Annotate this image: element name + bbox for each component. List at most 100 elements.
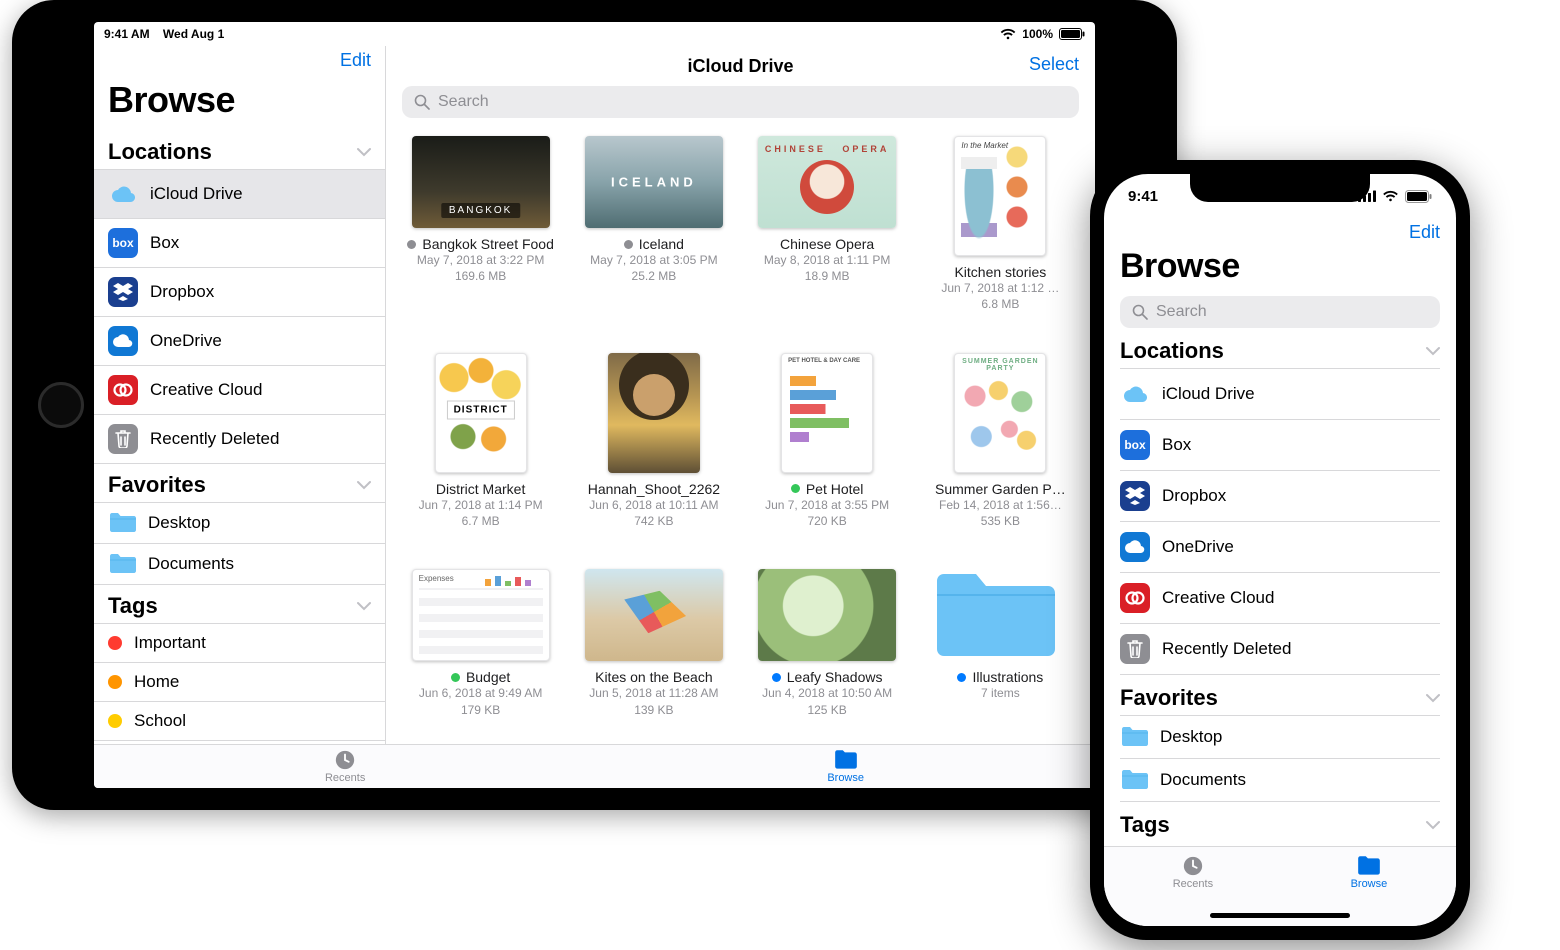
- file-size-label: 179 KB: [461, 702, 500, 718]
- file-meta-label: May 7, 2018 at 3:05 PM: [590, 252, 717, 268]
- ipad-edit-button[interactable]: Edit: [340, 50, 371, 71]
- chevron-down-icon: [1426, 820, 1440, 830]
- ipad-location-label: Creative Cloud: [150, 380, 262, 400]
- iphone-status-time: 9:41: [1128, 188, 1158, 205]
- file-leafy[interactable]: Leafy Shadows Jun 4, 2018 at 10:50 AM 12…: [753, 569, 902, 734]
- file-iceland[interactable]: Iceland May 7, 2018 at 3:05 PM 25.2 MB: [579, 136, 728, 329]
- ipad-locations-header[interactable]: Locations: [94, 131, 385, 169]
- file-name-label: Summer Garden P…: [935, 481, 1066, 497]
- iphone-favorites-header[interactable]: Favorites: [1120, 675, 1440, 715]
- ipad-tags-list: Important Home School: [94, 623, 385, 741]
- file-size-label: 139 KB: [634, 702, 673, 718]
- iphone-location-onedrive[interactable]: OneDrive: [1120, 522, 1440, 573]
- ipad-tag-label: Home: [134, 672, 179, 692]
- ipad-favorite-documents[interactable]: Documents: [94, 544, 385, 585]
- file-size-label: 720 KB: [807, 513, 846, 529]
- iphone-search-field[interactable]: Search: [1120, 296, 1440, 328]
- ipad-favorites-header[interactable]: Favorites: [94, 464, 385, 502]
- file-thumbnail: [608, 353, 700, 473]
- ipad-tab-recents[interactable]: Recents: [325, 749, 365, 784]
- file-district[interactable]: District Market Jun 7, 2018 at 1:14 PM 6…: [406, 353, 555, 546]
- iphone-location-cc[interactable]: Creative Cloud: [1120, 573, 1440, 624]
- cloud-icon: [1120, 379, 1150, 409]
- ipad-location-label: iCloud Drive: [150, 184, 243, 204]
- ipad-location-label: Recently Deleted: [150, 429, 279, 449]
- iphone-location-label: OneDrive: [1162, 537, 1234, 557]
- iphone-edit-button[interactable]: Edit: [1409, 222, 1440, 242]
- file-size-label: 18.9 MB: [805, 268, 850, 284]
- ipad-tabbar: Recents Browse: [94, 744, 1095, 788]
- file-meta-label: Jun 6, 2018 at 10:11 AM: [589, 497, 718, 513]
- file-size-label: 125 KB: [807, 702, 846, 718]
- folder-icon: [833, 749, 859, 771]
- iphone-location-trash[interactable]: Recently Deleted: [1120, 624, 1440, 675]
- folder-icon: [1356, 855, 1382, 877]
- iphone-tab-recents[interactable]: Recents: [1173, 855, 1213, 890]
- onedrive-icon: [108, 326, 138, 356]
- file-budget[interactable]: Budget Jun 6, 2018 at 9:49 AM 179 KB: [406, 569, 555, 734]
- ipad-favorite-desktop[interactable]: Desktop: [94, 502, 385, 544]
- file-illustrations[interactable]: Illustrations 7 items: [926, 569, 1075, 734]
- ipad-location-onedrive[interactable]: OneDrive: [94, 317, 385, 366]
- wifi-icon: [1000, 28, 1016, 40]
- clock-icon: [1180, 855, 1206, 877]
- iphone-location-dropbox[interactable]: Dropbox: [1120, 471, 1440, 522]
- file-name-label: Leafy Shadows: [787, 669, 883, 685]
- ipad-select-button[interactable]: Select: [1029, 54, 1079, 75]
- ipad-tab-browse[interactable]: Browse: [827, 749, 864, 784]
- file-size-label: 535 KB: [981, 513, 1020, 529]
- box-icon: box: [1120, 430, 1150, 460]
- file-thumbnail: [585, 569, 723, 661]
- iphone-favorite-documents[interactable]: Documents: [1120, 759, 1440, 802]
- ipad-tag-school[interactable]: School: [94, 702, 385, 741]
- iphone-tab-browse[interactable]: Browse: [1351, 855, 1388, 890]
- ipad-location-box[interactable]: box Box: [94, 219, 385, 268]
- iphone-location-label: Creative Cloud: [1162, 588, 1274, 608]
- file-kites[interactable]: Kites on the Beach Jun 5, 2018 at 11:28 …: [579, 569, 728, 734]
- ipad-status-time: 9:41 AM: [104, 27, 150, 41]
- file-meta-label: May 7, 2018 at 3:22 PM: [417, 252, 544, 268]
- ipad-favorite-label: Desktop: [148, 513, 210, 533]
- iphone-notch: [1190, 174, 1370, 202]
- trash-icon: [1120, 634, 1150, 664]
- iphone-body[interactable]: Edit Browse Search Locations iCloud Driv…: [1104, 218, 1456, 846]
- file-hannah[interactable]: Hannah_Shoot_2262 Jun 6, 2018 at 10:11 A…: [579, 353, 728, 546]
- ipad-tag-label: Important: [134, 633, 206, 653]
- iphone-location-box[interactable]: box Box: [1120, 420, 1440, 471]
- ipad-favorites-list: Desktop Documents: [94, 502, 385, 585]
- ipad-search-field[interactable]: Search: [402, 86, 1079, 118]
- file-kitchen[interactable]: Kitchen stories Jun 7, 2018 at 1:12 … 6.…: [926, 136, 1075, 329]
- chevron-down-icon: [1426, 693, 1440, 703]
- file-meta-label: Jun 6, 2018 at 9:49 AM: [419, 685, 542, 701]
- iphone-favorite-desktop[interactable]: Desktop: [1120, 715, 1440, 759]
- ipad-location-trash[interactable]: Recently Deleted: [94, 415, 385, 464]
- iphone-tags-header[interactable]: Tags: [1120, 802, 1440, 842]
- ipad-tag-important[interactable]: Important: [94, 623, 385, 663]
- iphone-location-label: Box: [1162, 435, 1191, 455]
- ipad-location-dropbox[interactable]: Dropbox: [94, 268, 385, 317]
- ipad-home-button[interactable]: [38, 382, 84, 428]
- file-name-label: Pet Hotel: [806, 481, 864, 497]
- iphone-locations-header[interactable]: Locations: [1120, 328, 1440, 368]
- file-summer[interactable]: Summer Garden P… Feb 14, 2018 at 1:56… 5…: [926, 353, 1075, 546]
- cc-icon: [108, 375, 138, 405]
- battery-icon: [1405, 190, 1432, 203]
- file-size-label: 6.8 MB: [981, 296, 1019, 312]
- file-thumbnail: [758, 569, 896, 661]
- ipad-tags-header[interactable]: Tags: [94, 585, 385, 623]
- file-meta-label: Jun 5, 2018 at 11:28 AM: [589, 685, 718, 701]
- ipad-location-title: iCloud Drive: [687, 56, 793, 77]
- ipad-location-icloud[interactable]: iCloud Drive: [94, 169, 385, 219]
- ipad-tag-label: School: [134, 711, 186, 731]
- file-opera[interactable]: Chinese Opera May 8, 2018 at 1:11 PM 18.…: [753, 136, 902, 329]
- ipad-tags-title: Tags: [108, 593, 158, 619]
- iphone-location-icloud[interactable]: iCloud Drive: [1120, 368, 1440, 420]
- file-pethotel[interactable]: Pet Hotel Jun 7, 2018 at 3:55 PM 720 KB: [753, 353, 902, 546]
- file-bangkok[interactable]: Bangkok Street Food May 7, 2018 at 3:22 …: [406, 136, 555, 329]
- status-dot-icon: [957, 673, 966, 682]
- ipad-location-cc[interactable]: Creative Cloud: [94, 366, 385, 415]
- ipad-tag-home[interactable]: Home: [94, 663, 385, 702]
- ipad-device: 9:41 AM Wed Aug 1 100% Edit Brows: [12, 0, 1177, 810]
- file-thumbnail: [412, 569, 550, 661]
- iphone-home-indicator[interactable]: [1210, 913, 1350, 918]
